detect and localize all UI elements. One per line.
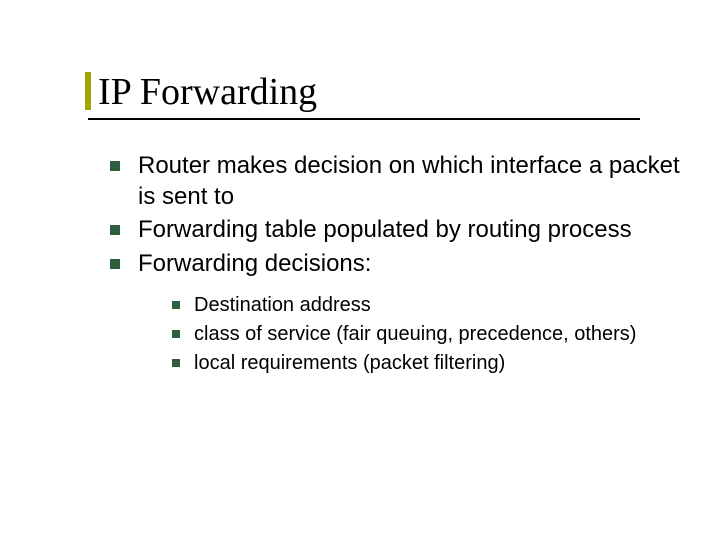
square-bullet-icon (172, 301, 180, 309)
square-bullet-icon (172, 330, 180, 338)
sub-list-item-text: class of service (fair queuing, preceden… (194, 320, 680, 349)
list-item-text: Forwarding table populated by routing pr… (138, 214, 680, 245)
title-underline (88, 118, 640, 120)
list-item: Router makes decision on which interface… (110, 150, 680, 212)
list-item-text: Forwarding decisions: (138, 248, 680, 279)
square-bullet-icon (110, 225, 120, 235)
list-item-text: Router makes decision on which interface… (138, 150, 680, 212)
title-accent-bar (85, 72, 91, 110)
title-region: IP Forwarding (80, 70, 680, 114)
sub-list-item: class of service (fair queuing, preceden… (172, 320, 680, 349)
content-area: Router makes decision on which interface… (80, 144, 680, 378)
slide: IP Forwarding Router makes decision on w… (0, 0, 720, 540)
sub-list: Destination address class of service (fa… (110, 281, 680, 378)
sub-list-item: Destination address (172, 291, 680, 320)
page-title: IP Forwarding (80, 70, 680, 114)
square-bullet-icon (110, 161, 120, 171)
sub-list-item-text: Destination address (194, 291, 680, 320)
list-item: Forwarding decisions: (110, 248, 680, 279)
square-bullet-icon (172, 359, 180, 367)
square-bullet-icon (110, 259, 120, 269)
list-item: Forwarding table populated by routing pr… (110, 214, 680, 245)
sub-list-item: local requirements (packet filtering) (172, 349, 680, 378)
sub-list-item-text: local requirements (packet filtering) (194, 349, 680, 378)
